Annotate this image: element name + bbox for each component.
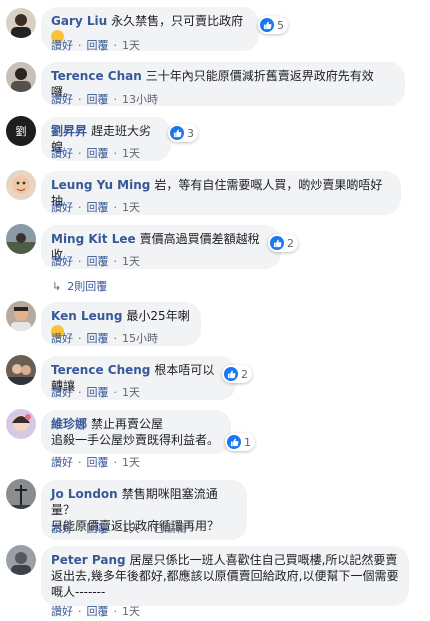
reaction-count[interactable]: 3: [168, 124, 198, 142]
like-icon: [224, 367, 238, 381]
commenter-name[interactable]: Terence Chan: [51, 69, 142, 83]
timestamp[interactable]: 13小時: [122, 91, 158, 107]
comment-text: 最小25年喇: [126, 309, 190, 323]
timestamp[interactable]: 1天: [122, 37, 140, 53]
reply-button[interactable]: 回覆: [87, 603, 109, 619]
commenter-name[interactable]: Ming Kit Lee: [51, 232, 136, 246]
reply-button[interactable]: 回覆: [87, 91, 109, 107]
reply-button[interactable]: 回覆: [87, 330, 109, 346]
avatar[interactable]: [6, 409, 36, 439]
edited-label[interactable]: 已編輯: [154, 520, 187, 536]
like-button[interactable]: 讚好: [51, 253, 73, 269]
comment-actions: 讚好 · 回覆 · 1天: [51, 384, 140, 400]
comment-actions: 讚好 · 回覆 · 15小時: [51, 330, 158, 346]
like-button[interactable]: 讚好: [51, 330, 73, 346]
comment-actions: 讚好 · 回覆 · 1天: [51, 253, 140, 269]
avatar[interactable]: [6, 8, 36, 38]
avatar[interactable]: [6, 224, 36, 254]
like-button[interactable]: 讚好: [51, 37, 73, 53]
like-button[interactable]: 讚好: [51, 199, 73, 215]
avatar[interactable]: [6, 62, 36, 92]
like-icon: [270, 236, 284, 250]
timestamp[interactable]: 1天: [122, 603, 140, 619]
comment-bubble: Peter Pang 居屋只係比一班人喜歡住自己買嘅樓,所以記然要賣返出去,幾多年…: [41, 546, 409, 606]
avatar[interactable]: [6, 301, 36, 331]
like-button[interactable]: 讚好: [51, 603, 73, 619]
reply-button[interactable]: 回覆: [87, 145, 109, 161]
comment-actions: 讚好 · 回覆 · 1天: [51, 199, 140, 215]
comment-actions: 讚好 · 回覆 · 1天 · 已編輯: [51, 520, 187, 536]
reaction-count[interactable]: 5: [258, 16, 288, 34]
avatar[interactable]: [6, 545, 36, 575]
avatar[interactable]: [6, 479, 36, 509]
like-button[interactable]: 讚好: [51, 520, 73, 536]
like-button[interactable]: 讚好: [51, 145, 73, 161]
replies-count-label[interactable]: 2則回覆: [67, 280, 107, 293]
comment-actions: 讚好 · 回覆 · 13小時: [51, 91, 158, 107]
like-count: 1: [244, 435, 251, 449]
comment-actions: 讚好 · 回覆 · 1天: [51, 603, 140, 619]
reply-button[interactable]: 回覆: [87, 37, 109, 53]
like-count: 5: [277, 18, 284, 32]
timestamp[interactable]: 1天: [122, 145, 140, 161]
avatar[interactable]: 劉: [6, 116, 36, 146]
like-icon: [170, 126, 184, 140]
timestamp[interactable]: 15小時: [122, 330, 158, 346]
like-button[interactable]: 讚好: [51, 454, 73, 470]
timestamp[interactable]: 1天: [122, 520, 140, 536]
commenter-name[interactable]: Jo London: [51, 487, 118, 501]
comment-bubble: 維珍娜 禁止再賣公屋 追殺一手公屋炒賣既得利益者。: [41, 410, 231, 454]
timestamp[interactable]: 1天: [122, 199, 140, 215]
comment-text: 永久禁售，只可賣比政府: [111, 14, 244, 28]
like-count: 3: [187, 126, 194, 140]
like-button[interactable]: 讚好: [51, 384, 73, 400]
commenter-name[interactable]: Gary Liu: [51, 14, 107, 28]
timestamp[interactable]: 1天: [122, 384, 140, 400]
like-count: 2: [287, 236, 294, 250]
commenter-name[interactable]: Leung Yu Ming: [51, 178, 150, 192]
like-button[interactable]: 讚好: [51, 91, 73, 107]
avatar[interactable]: [6, 355, 36, 385]
svg-text:劉: 劉: [16, 124, 27, 138]
reaction-count[interactable]: 2: [222, 365, 252, 383]
reaction-count[interactable]: 2: [268, 234, 298, 252]
avatar[interactable]: [6, 170, 36, 200]
reaction-count[interactable]: 1: [225, 433, 255, 451]
reply-button[interactable]: 回覆: [87, 384, 109, 400]
comment-actions: 讚好 · 回覆 · 1天: [51, 37, 140, 53]
reply-button[interactable]: 回覆: [87, 454, 109, 470]
like-icon: [260, 18, 274, 32]
timestamp[interactable]: 1天: [122, 253, 140, 269]
commenter-name[interactable]: Peter Pang: [51, 553, 126, 567]
comment-actions: 讚好 · 回覆 · 1天: [51, 145, 140, 161]
reply-button[interactable]: 回覆: [87, 253, 109, 269]
commenter-name[interactable]: 劉昇昇: [51, 124, 87, 138]
like-count: 2: [241, 367, 248, 381]
commenter-name[interactable]: Terence Cheng: [51, 363, 150, 377]
commenter-name[interactable]: 維珍娜: [51, 417, 87, 431]
reply-button[interactable]: 回覆: [87, 520, 109, 536]
reply-arrow-icon: ↳: [52, 280, 62, 293]
commenter-name[interactable]: Ken Leung: [51, 309, 122, 323]
comment-actions: 讚好 · 回覆 · 1天: [51, 454, 140, 470]
view-replies-link[interactable]: ↳ 2則回覆: [52, 278, 107, 294]
like-icon: [227, 435, 241, 449]
timestamp[interactable]: 1天: [122, 454, 140, 470]
reply-button[interactable]: 回覆: [87, 199, 109, 215]
